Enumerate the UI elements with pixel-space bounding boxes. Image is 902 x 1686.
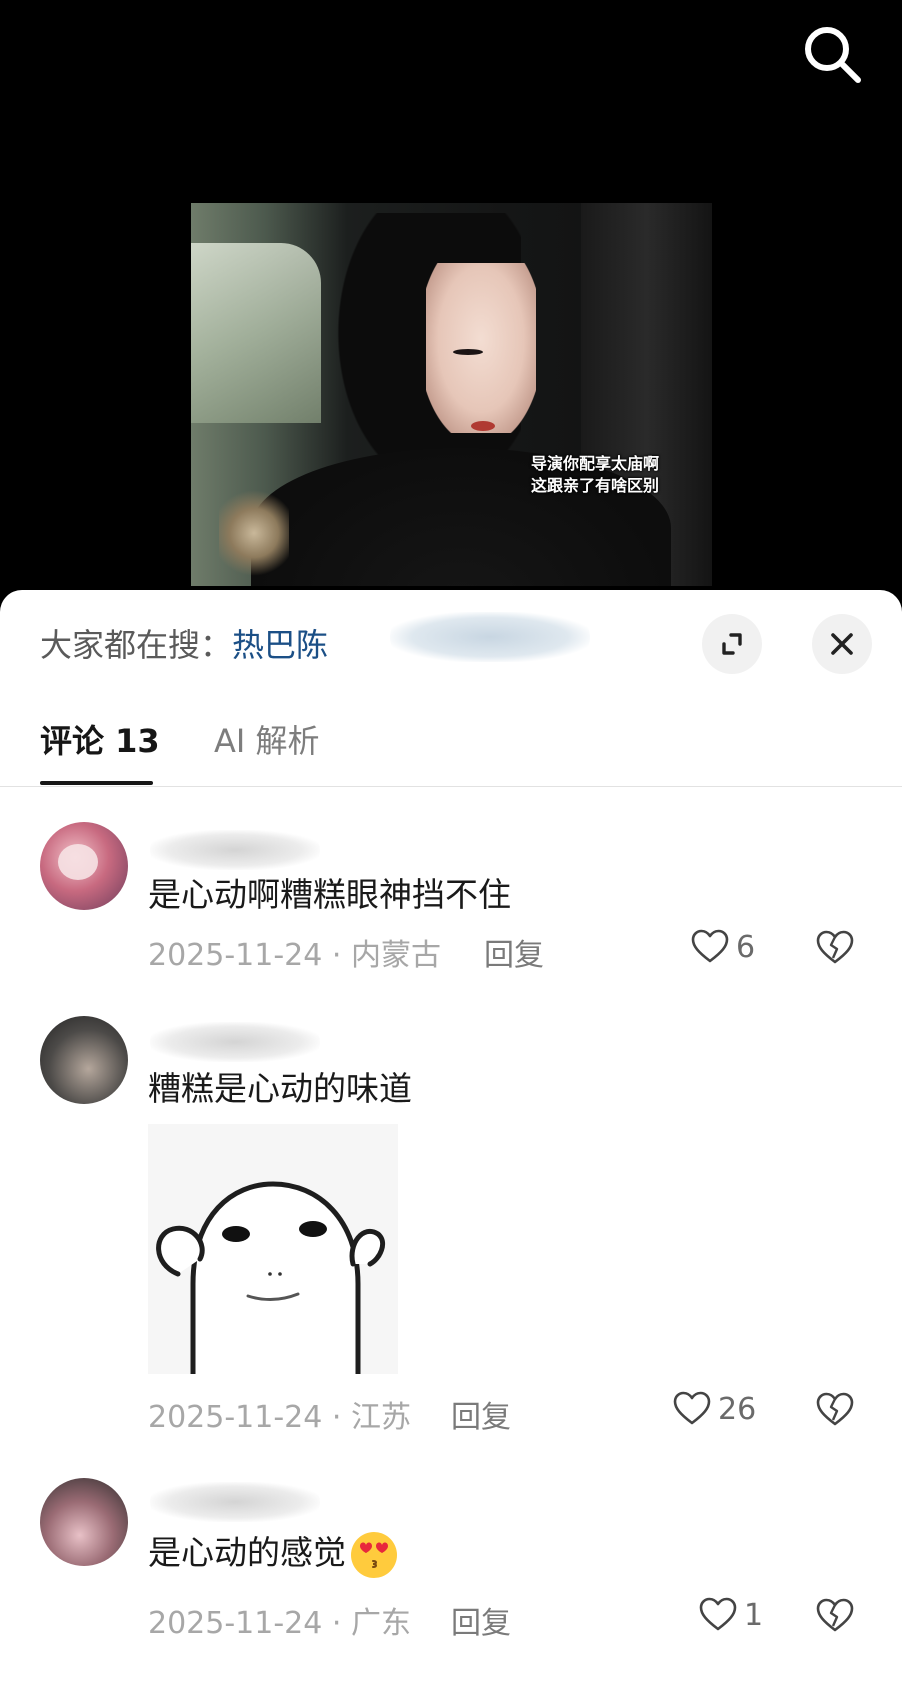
video-frame[interactable]: 导演你配享太庙啊 这跟亲了有啥区别	[191, 203, 712, 586]
hot-search-term[interactable]: 热巴陈	[232, 626, 328, 664]
reply-button[interactable]: 回复	[451, 1598, 511, 1642]
like-count: 1	[744, 1597, 764, 1633]
meta-separator: ·	[322, 1400, 351, 1435]
dislike-button[interactable]	[815, 1390, 855, 1430]
active-tab-indicator	[40, 781, 153, 785]
tab-ai-analysis[interactable]: AI 解析	[214, 716, 320, 762]
close-icon	[831, 633, 853, 655]
expand-icon	[722, 633, 742, 655]
comment-text: 糟糕是心动的味道	[148, 1069, 412, 1108]
avatar[interactable]	[40, 1016, 128, 1104]
comment-meta: 2025-11-24 · 内蒙古	[148, 930, 441, 974]
like-count: 6	[736, 929, 756, 965]
avatar[interactable]	[40, 822, 128, 910]
meta-separator: ·	[322, 1606, 351, 1641]
comment-location: 广东	[350, 1606, 411, 1641]
meta-separator: ·	[322, 938, 351, 973]
car-window	[191, 243, 321, 423]
hanging-ornament	[219, 483, 289, 583]
tab-comments[interactable]: 评论 13	[40, 716, 160, 762]
heart-icon	[691, 929, 729, 963]
search-button[interactable]	[800, 22, 864, 86]
video-subtitle: 导演你配享太庙啊 这跟亲了有啥区别	[531, 453, 701, 497]
comment-text-row: 是心动的感觉	[148, 1526, 400, 1581]
dislike-button[interactable]	[815, 1596, 855, 1636]
broken-heart-icon	[816, 1392, 854, 1426]
heart-icon	[673, 1391, 711, 1425]
comment-date: 2025-11-24	[148, 1606, 323, 1641]
subtitle-line-2: 这跟亲了有啥区别	[531, 476, 660, 495]
like-count: 26	[718, 1391, 757, 1427]
subtitle-line-1: 导演你配享太庙啊	[531, 454, 660, 473]
hot-search-row[interactable]: 大家都在搜：热巴陈	[40, 620, 328, 666]
comment-location: 内蒙古	[350, 938, 441, 973]
like-button[interactable]: 26	[672, 1387, 756, 1431]
reply-button[interactable]: 回复	[451, 1392, 511, 1436]
tab-bar: 评论 13 AI 解析	[0, 690, 902, 787]
comment-meta: 2025-11-24 · 江苏	[148, 1392, 411, 1436]
like-button[interactable]: 6	[690, 925, 755, 969]
comment-location: 江苏	[350, 1400, 411, 1435]
like-button[interactable]: 1	[698, 1593, 763, 1637]
avatar[interactable]	[40, 1478, 128, 1566]
video-player[interactable]: 导演你配享太庙啊 这跟亲了有啥区别	[0, 0, 902, 600]
hot-search-prefix: 大家都在搜：	[40, 626, 233, 664]
heart-eyes-kiss-emoji-icon	[351, 1531, 397, 1578]
dislike-button[interactable]	[815, 928, 855, 968]
face	[426, 263, 536, 433]
comment-sticker-image[interactable]	[148, 1124, 398, 1374]
hot-search-blur	[390, 612, 590, 662]
broken-heart-icon	[816, 1598, 854, 1632]
username-blurred[interactable]	[150, 830, 320, 870]
username-blurred[interactable]	[150, 1482, 320, 1522]
comment-text: 是心动的感觉	[148, 1533, 346, 1572]
heart-icon	[699, 1597, 737, 1631]
eye	[453, 349, 483, 355]
comment-sheet: 大家都在搜：热巴陈 评论 13 AI 解析	[0, 590, 902, 1686]
username-blurred[interactable]	[150, 1022, 320, 1062]
lips	[471, 421, 495, 431]
sticker-ghost-icon	[156, 1181, 385, 1374]
expand-button[interactable]	[702, 614, 762, 674]
comment-date: 2025-11-24	[148, 938, 323, 973]
search-icon	[805, 27, 861, 83]
comment-date: 2025-11-24	[148, 1400, 323, 1435]
broken-heart-icon	[816, 930, 854, 964]
comment-meta: 2025-11-24 · 广东	[148, 1598, 411, 1642]
comment-text: 是心动啊糟糕眼神挡不住	[148, 875, 511, 914]
reply-button[interactable]: 回复	[484, 930, 544, 974]
close-button[interactable]	[812, 614, 872, 674]
